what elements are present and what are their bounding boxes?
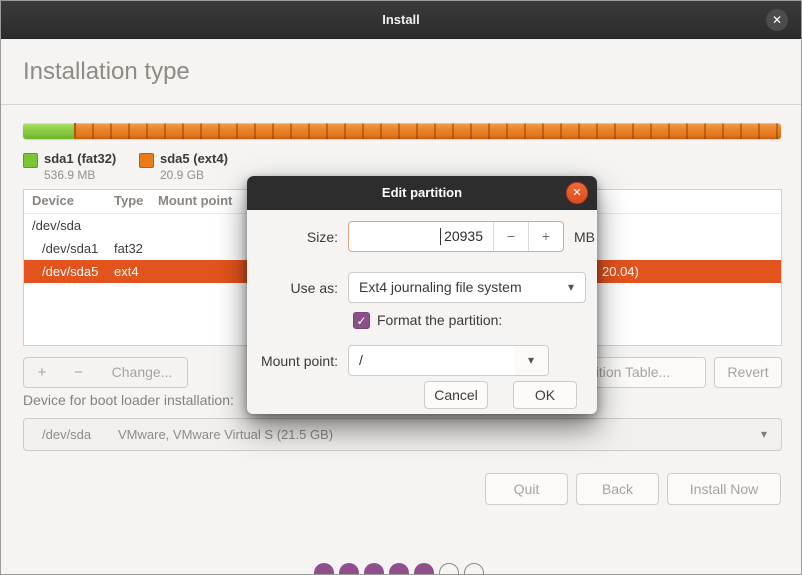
progress-dot	[464, 563, 484, 574]
progress-dot	[314, 563, 334, 574]
back-button[interactable]: Back	[576, 473, 659, 505]
window-close-icon[interactable]: ✕	[766, 9, 788, 31]
bootloader-description: VMware, VMware Virtual S (21.5 GB)	[118, 427, 334, 442]
size-value: 20935	[444, 228, 483, 244]
mount-point-label: Mount point:	[260, 353, 338, 369]
cell-device: /dev/sda1	[42, 241, 99, 256]
cell-type: ext4	[114, 264, 139, 279]
dialog-title: Edit partition	[381, 185, 463, 200]
bootloader-label: Device for boot loader installation:	[23, 392, 234, 408]
header-separator	[1, 104, 801, 105]
add-partition-button[interactable]: +	[23, 357, 61, 388]
format-label: Format the partition:	[377, 312, 503, 328]
mount-point-value: /	[359, 352, 363, 368]
legend-swatch-green	[23, 153, 38, 168]
partition-bar	[23, 123, 781, 139]
page-title: Installation type	[23, 58, 190, 85]
titlebar: Install ✕	[1, 1, 801, 39]
column-header-mount-point[interactable]: Mount point	[158, 193, 232, 208]
progress-dot	[414, 563, 434, 574]
cell-type: fat32	[114, 241, 143, 256]
format-checkbox[interactable]: ✓	[353, 312, 370, 329]
dropdown-arrow-icon: ▾	[760, 427, 767, 441]
progress-dot	[339, 563, 359, 574]
column-header-type[interactable]: Type	[114, 193, 143, 208]
use-as-select[interactable]: Ext4 journaling file system ▾	[348, 272, 586, 303]
bootloader-device: /dev/sda	[42, 427, 92, 442]
size-spinbox: 20935 − +	[348, 221, 564, 252]
size-input[interactable]: 20935	[349, 222, 493, 251]
cell-device: /dev/sda5	[42, 264, 99, 279]
bootloader-device-select[interactable]: /dev/sda VMware, VMware Virtual S (21.5 …	[23, 418, 782, 451]
install-now-button[interactable]: Install Now	[667, 473, 781, 505]
cancel-button[interactable]: Cancel	[424, 381, 488, 409]
install-window: Install ✕ Installation type sda1 (fat32)…	[0, 0, 802, 575]
legend-size: 20.9 GB	[160, 168, 205, 182]
dialog-close-icon[interactable]: ✕	[566, 182, 588, 204]
progress-dot	[364, 563, 384, 574]
legend-size: 536.9 MB	[44, 168, 96, 182]
partition-segment-sda1	[23, 123, 76, 139]
cell-device: /dev/sda	[32, 218, 82, 233]
column-header-device[interactable]: Device	[32, 193, 74, 208]
size-label: Size:	[306, 229, 338, 245]
text-caret	[440, 228, 441, 245]
window-title: Install	[382, 12, 420, 27]
legend-label: sda5 (ext4)	[160, 151, 228, 166]
dropdown-arrow-icon: ▾	[567, 280, 574, 294]
edit-partition-dialog: Edit partition ✕ Size: 20935 − + MB Use …	[247, 176, 597, 414]
change-button[interactable]: Change...	[97, 357, 188, 388]
spin-plus-button[interactable]: +	[528, 222, 563, 251]
progress-dot	[389, 563, 409, 574]
mount-point-dropdown-button[interactable]: ▾	[514, 345, 549, 376]
partition-segment-sda5	[76, 123, 781, 139]
use-as-value: Ext4 journaling file system	[359, 279, 522, 295]
ok-button[interactable]: OK	[513, 381, 577, 409]
dropdown-arrow-icon: ▾	[527, 353, 535, 367]
size-unit-label: MB	[574, 229, 595, 245]
progress-dot	[439, 563, 459, 574]
spin-minus-button[interactable]: −	[493, 222, 528, 251]
cell-system-label: 20.04)	[602, 264, 639, 279]
use-as-label: Use as:	[290, 280, 338, 296]
mount-point-input[interactable]: /	[348, 345, 515, 376]
dialog-titlebar: Edit partition ✕	[247, 176, 597, 210]
remove-partition-button[interactable]: −	[60, 357, 98, 388]
revert-button[interactable]: Revert	[714, 357, 782, 388]
progress-dots	[314, 563, 489, 574]
legend-label: sda1 (fat32)	[44, 151, 117, 166]
quit-button[interactable]: Quit	[485, 473, 568, 505]
legend-swatch-orange	[139, 153, 154, 168]
